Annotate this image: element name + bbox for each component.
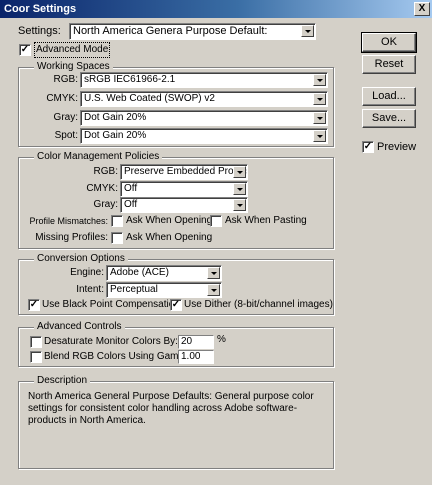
- settings-label: Settings:: [18, 25, 61, 37]
- advanced-mode-checkbox[interactable]: ✓: [19, 44, 31, 56]
- reset-button[interactable]: Reset: [362, 55, 416, 74]
- profile-mismatches-label: Profile Mismatches:: [29, 216, 108, 226]
- ws-cmyk-label: CMYK:: [46, 93, 78, 104]
- advanced-mode-label[interactable]: Advanced Mode: [33, 42, 111, 58]
- dither-label[interactable]: Use Dither (8-bit/channel images): [184, 298, 333, 312]
- settings-value: North America Genera Purpose Default:: [73, 25, 268, 37]
- engine-select[interactable]: Adobe (ACE): [106, 265, 222, 281]
- ws-spot-value: Dot Gain 20%: [84, 130, 147, 141]
- ws-gray-value: Dot Gain 20%: [84, 112, 147, 123]
- black-point-label[interactable]: Use Black Point Compensation: [42, 298, 180, 312]
- chevron-down-icon: [313, 74, 326, 86]
- color-management-legend: Color Management Policies: [34, 151, 163, 163]
- chevron-down-icon: [313, 112, 326, 124]
- blend-gamma-checkbox[interactable]: [30, 351, 42, 363]
- desaturate-input[interactable]: 20: [178, 335, 214, 349]
- ws-gray-select[interactable]: Dot Gain 20%: [80, 110, 328, 126]
- desaturate-unit: %: [217, 334, 226, 345]
- ws-spot-label: Spot:: [54, 130, 78, 141]
- ws-rgb-label: RGB:: [53, 74, 78, 85]
- intent-label: Intent:: [76, 284, 104, 295]
- mismatch-ask-pasting-label[interactable]: Ask When Pasting: [225, 214, 307, 228]
- close-icon[interactable]: X: [414, 2, 430, 16]
- ws-gray-label: Gray:: [53, 112, 78, 123]
- cm-rgb-value: Preserve Embedded Profiles: [124, 166, 248, 177]
- chevron-down-icon: [301, 25, 314, 37]
- chevron-down-icon: [313, 130, 326, 142]
- mismatch-ask-opening-label[interactable]: Ask When Opening: [126, 214, 212, 228]
- ws-rgb-select[interactable]: sRGB IEC61966-2.1: [80, 72, 328, 88]
- title-bar: Coor Settings: [0, 0, 432, 18]
- engine-value: Adobe (ACE): [110, 267, 169, 278]
- conversion-options-legend: Conversion Options: [34, 253, 128, 265]
- chevron-down-icon: [233, 166, 246, 178]
- blend-gamma-label[interactable]: Blend RGB Colors Using Gamma:: [44, 350, 195, 364]
- chevron-down-icon: [233, 183, 246, 195]
- cm-rgb-select[interactable]: Preserve Embedded Profiles: [120, 164, 248, 180]
- chevron-down-icon: [207, 267, 220, 279]
- cm-rgb-label: RGB:: [93, 166, 118, 177]
- blend-gamma-input[interactable]: 1.00: [178, 350, 214, 364]
- preview-checkbox[interactable]: ✓: [362, 141, 374, 153]
- desaturate-checkbox[interactable]: [30, 336, 42, 348]
- chevron-down-icon: [207, 284, 220, 296]
- load-button[interactable]: Load...: [362, 87, 416, 106]
- save-button[interactable]: Save...: [362, 109, 416, 128]
- missing-ask-opening-label[interactable]: Ask When Opening: [126, 231, 212, 245]
- engine-label: Engine:: [70, 267, 104, 278]
- description-legend: Description: [34, 375, 91, 387]
- preview-label[interactable]: Preview: [377, 140, 416, 154]
- ws-cmyk-value: U.S. Web Coated (SWOP) v2: [84, 93, 215, 104]
- ws-cmyk-select[interactable]: U.S. Web Coated (SWOP) v2: [80, 91, 328, 107]
- missing-profiles-label: Missing Profiles:: [35, 232, 108, 243]
- cm-gray-value: Off: [124, 199, 138, 210]
- desaturate-label[interactable]: Desaturate Monitor Colors By:: [44, 335, 178, 349]
- cm-gray-select[interactable]: Off: [120, 197, 248, 213]
- intent-value: Perceptual: [110, 284, 158, 295]
- chevron-down-icon: [313, 93, 326, 105]
- mismatch-ask-pasting-checkbox[interactable]: [210, 215, 222, 227]
- description-text: North America General Purpose Defaults: …: [28, 391, 314, 426]
- dither-checkbox[interactable]: ✓: [170, 299, 182, 311]
- chevron-down-icon: [233, 199, 246, 211]
- missing-ask-opening-checkbox[interactable]: [111, 232, 123, 244]
- cm-cmyk-select[interactable]: Off: [120, 181, 248, 197]
- advanced-controls-legend: Advanced Controls: [34, 321, 125, 333]
- settings-select[interactable]: North America Genera Purpose Default:: [69, 23, 316, 40]
- mismatch-ask-opening-checkbox[interactable]: [111, 215, 123, 227]
- black-point-checkbox[interactable]: ✓: [28, 299, 40, 311]
- intent-select[interactable]: Perceptual: [106, 282, 222, 298]
- window-title: Coor Settings: [4, 3, 77, 15]
- cm-cmyk-label: CMYK:: [86, 183, 118, 194]
- cm-cmyk-value: Off: [124, 183, 138, 194]
- ok-button[interactable]: OK: [361, 32, 417, 53]
- ws-spot-select[interactable]: Dot Gain 20%: [80, 128, 328, 144]
- cm-gray-label: Gray:: [93, 199, 118, 210]
- ws-rgb-value: sRGB IEC61966-2.1: [84, 74, 176, 85]
